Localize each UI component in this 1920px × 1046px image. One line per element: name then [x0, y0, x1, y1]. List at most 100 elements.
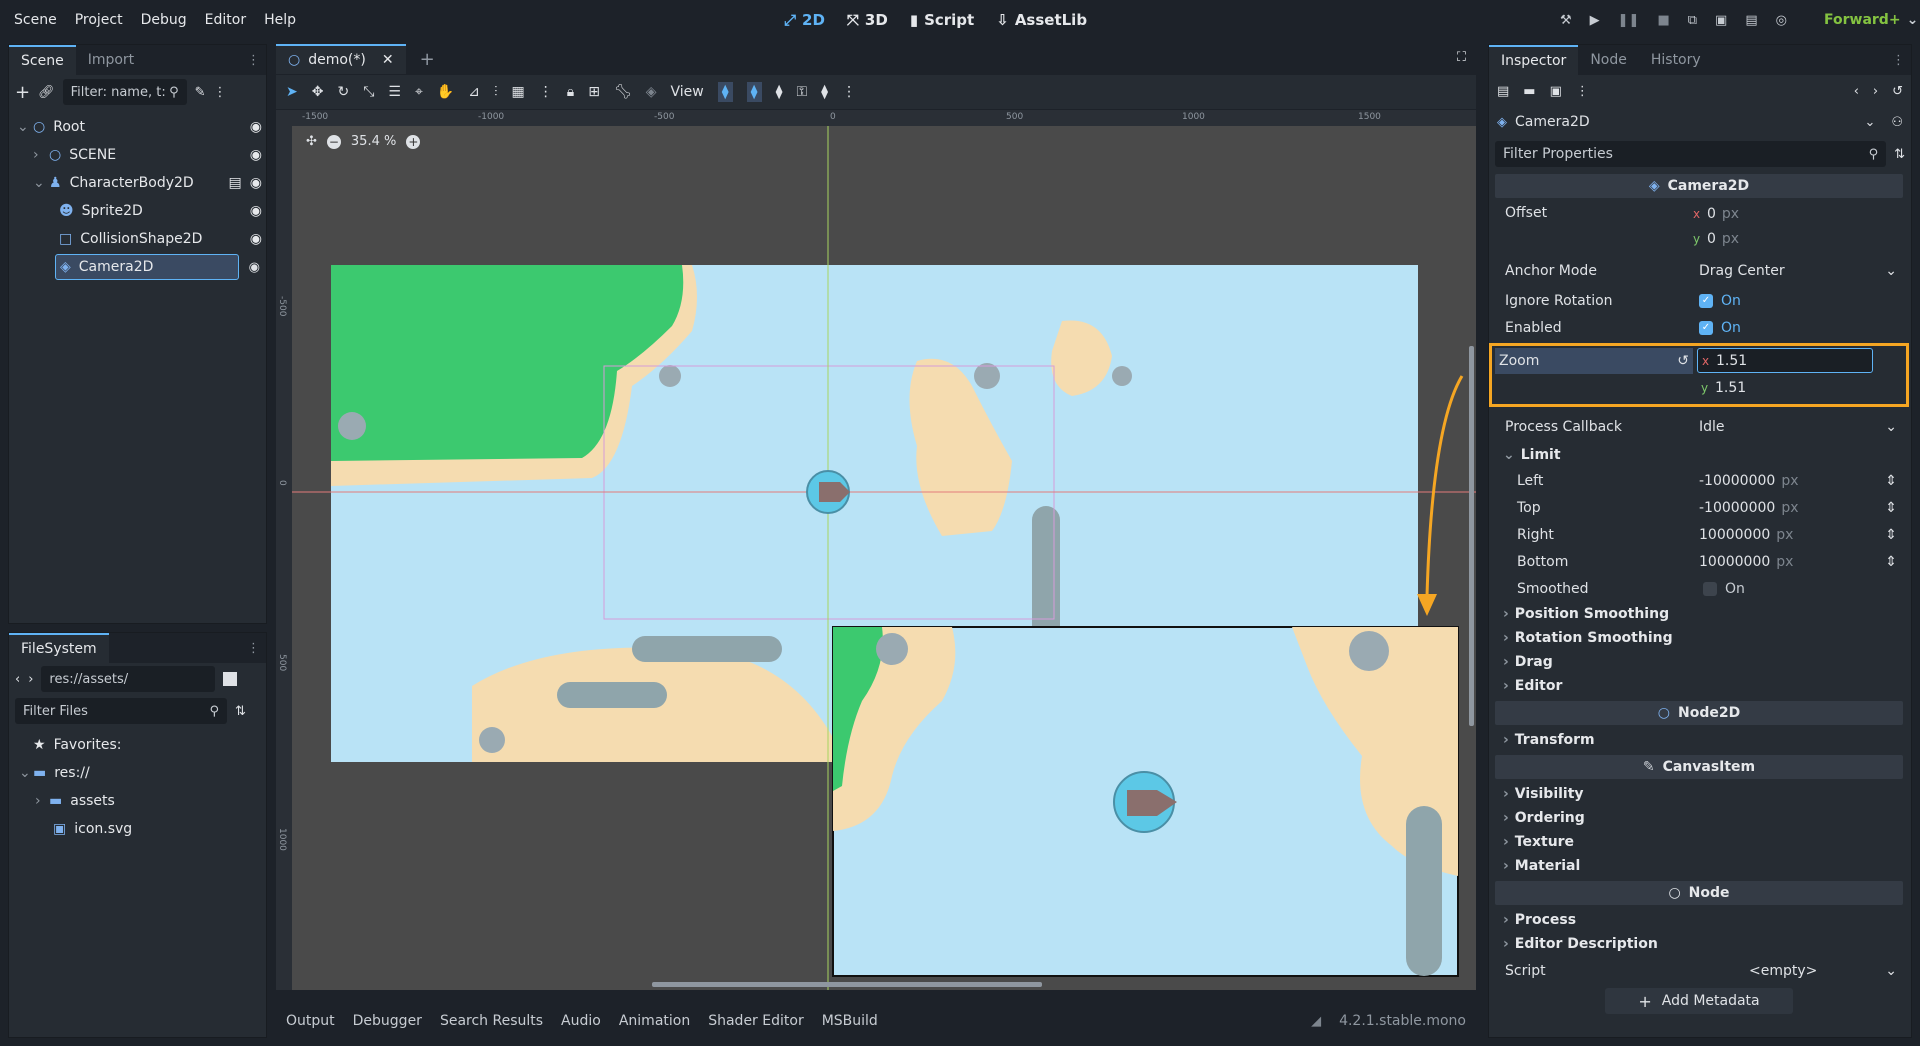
menu-scene[interactable]: Scene — [14, 12, 57, 28]
tree-item-sprite2d[interactable]: ☻ Sprite2D ◉ — [13, 197, 262, 225]
tree-item-root[interactable]: ⌄ ○ Root ◉ — [13, 113, 262, 141]
new-resource-icon[interactable]: ▤ — [1497, 84, 1509, 99]
zoom-level[interactable]: 35.4 % — [351, 134, 396, 149]
mode-3d-button[interactable]: ⤧ 3D — [847, 11, 888, 29]
offset-y-field[interactable]: y 0 px — [1693, 226, 1903, 251]
rotate-mode-icon[interactable]: ↻ — [337, 84, 349, 100]
grid-snap-icon[interactable]: ▦ — [512, 84, 525, 100]
offset-x-field[interactable]: x 0 px — [1693, 201, 1903, 226]
script-resource-picker[interactable]: <empty> ⌄ — [1693, 959, 1903, 984]
remote-icon[interactable]: ⚒ — [1560, 13, 1572, 28]
link-icon[interactable]: 🔗︎ — [38, 85, 55, 100]
scene-menu-icon[interactable]: ⋮ — [214, 85, 227, 100]
tab-import[interactable]: Import — [76, 45, 146, 75]
canvas-viewport[interactable]: ✣ − 35.4 % + — [292, 126, 1476, 990]
attach-script-icon[interactable]: ✎ — [195, 85, 206, 100]
play-scene-icon[interactable]: ▣ — [1715, 13, 1727, 28]
back-icon[interactable]: ‹ — [15, 672, 20, 687]
ruler-mode-icon[interactable]: ⊿ — [468, 84, 480, 100]
tree-item-camera2d[interactable]: ◈ Camera2D — [55, 254, 239, 280]
tab-demo-scene[interactable]: ○ demo(*) ✕ — [276, 44, 406, 74]
visibility-eye-icon[interactable]: ◉ — [250, 231, 262, 247]
scale-mode-icon[interactable]: ⤡ — [363, 84, 374, 100]
menu-help[interactable]: Help — [264, 12, 296, 28]
remote-debug-icon[interactable]: ⧉ — [1688, 13, 1697, 28]
filter-files-input[interactable]: Filter Files ⚲ — [15, 698, 227, 724]
add-metadata-button[interactable]: + Add Metadata — [1605, 988, 1793, 1014]
list-select-icon[interactable]: ☰ — [388, 84, 401, 100]
save-resource-icon[interactable]: ▣ — [1550, 84, 1562, 99]
add-tab-icon[interactable]: + — [420, 49, 435, 70]
history-back-icon[interactable]: ‹ — [1854, 84, 1859, 99]
split-mode-icon[interactable] — [223, 672, 238, 686]
group-drag[interactable]: › Drag — [1495, 650, 1903, 674]
tab-msbuild[interactable]: MSBuild — [822, 1013, 878, 1029]
group-process[interactable]: › Process — [1495, 908, 1903, 932]
mode-script-button[interactable]: ▮ Script — [910, 11, 974, 29]
group-transform[interactable]: › Transform — [1495, 728, 1903, 752]
tab-inspector[interactable]: Inspector — [1489, 45, 1579, 75]
enabled-checkbox[interactable]: ✓ On — [1693, 315, 1903, 340]
animation-menu-icon[interactable]: ⋮ — [842, 84, 856, 100]
revert-icon[interactable]: ↺ — [1677, 353, 1689, 369]
ignore-rotation-checkbox[interactable]: ✓ On — [1693, 288, 1903, 313]
file-item-favorites[interactable]: ★ Favorites: — [15, 731, 260, 759]
bone-icon[interactable]: 🦴︎ — [614, 84, 632, 100]
play-custom-icon[interactable]: ▤ — [1745, 13, 1757, 28]
scene-filter-input[interactable]: Filter: name, t: ⚲ — [62, 79, 187, 105]
file-item-icon-svg[interactable]: ▣ icon.svg — [15, 815, 260, 843]
anchor-mode-select[interactable]: Drag Center ⌄ — [1693, 259, 1903, 284]
visibility-eye-icon[interactable]: ◉ — [250, 175, 262, 191]
file-item-assets[interactable]: › ▬ assets — [15, 787, 260, 815]
tab-search-results[interactable]: Search Results — [440, 1013, 543, 1029]
limit-left-field[interactable]: -10000000 px ⇕ — [1693, 468, 1903, 493]
group-editor-description[interactable]: › Editor Description — [1495, 932, 1903, 956]
node-info-icon[interactable]: ⚇ — [1891, 115, 1903, 130]
view-menu[interactable]: View — [671, 84, 704, 100]
tree-item-collisionshape2d[interactable]: □ CollisionShape2D ◉ — [13, 225, 262, 253]
insert-key-icon[interactable]: ⚿ — [797, 84, 808, 100]
horizontal-scrollbar[interactable] — [652, 982, 1042, 987]
file-item-res[interactable]: ⌄ ▬ res:// — [15, 759, 260, 787]
dock-menu-icon[interactable]: ⋮ — [247, 641, 266, 656]
tab-output[interactable]: Output — [286, 1013, 335, 1029]
zoom-in-icon[interactable]: + — [406, 134, 421, 149]
history-forward-icon[interactable]: › — [1873, 84, 1878, 99]
limit-top-field[interactable]: -10000000 px ⇕ — [1693, 495, 1903, 520]
visibility-eye-icon[interactable]: ◉ — [250, 203, 262, 219]
group-rotation-smoothing[interactable]: › Rotation Smoothing — [1495, 626, 1903, 650]
menu-project[interactable]: Project — [75, 12, 123, 28]
tab-debugger[interactable]: Debugger — [353, 1013, 422, 1029]
tree-item-scene[interactable]: › ○ SCENE ◉ — [13, 141, 262, 169]
visibility-eye-icon[interactable]: ◉ — [249, 260, 260, 275]
group-limit[interactable]: ⌄ Limit — [1495, 443, 1903, 467]
lock-icon[interactable]: 🔒︎ — [567, 84, 574, 100]
mode-2d-button[interactable]: ⤢ 2D — [784, 11, 825, 29]
mode-assetlib-button[interactable]: ⇩ AssetLib — [996, 11, 1087, 29]
close-icon[interactable]: ✕ — [382, 52, 394, 68]
script-attached-icon[interactable]: ▤ — [229, 175, 242, 191]
process-callback-select[interactable]: Idle ⌄ — [1693, 415, 1903, 440]
group-icon[interactable]: ⊞ — [588, 84, 600, 100]
zoom-y-field[interactable]: y 1.51 — [1697, 375, 1903, 400]
menu-editor[interactable]: Editor — [205, 12, 246, 28]
play-icon[interactable]: ▶ — [1590, 13, 1600, 28]
renderer-select[interactable]: Forward+ ⌄ — [1824, 0, 1918, 40]
sort-icon[interactable]: ⇅ — [1894, 147, 1905, 162]
tab-filesystem[interactable]: FileSystem — [9, 633, 109, 663]
group-visibility[interactable]: › Visibility — [1495, 782, 1903, 806]
group-editor[interactable]: › Editor — [1495, 674, 1903, 698]
key-rotation-icon[interactable]: ⧫ — [746, 82, 762, 102]
menu-debug[interactable]: Debug — [141, 12, 187, 28]
select-mode-icon[interactable]: ➤ — [286, 84, 298, 100]
smart-snap-icon[interactable]: ⫶ — [494, 84, 498, 100]
dock-menu-icon[interactable]: ⋮ — [247, 53, 266, 68]
smoothed-checkbox[interactable]: On — [1693, 576, 1903, 601]
group-position-smoothing[interactable]: › Position Smoothing — [1495, 602, 1903, 626]
center-view-icon[interactable]: ✣ — [306, 134, 317, 149]
pan-mode-icon[interactable]: ✋ — [437, 84, 454, 100]
update-spinner-icon[interactable]: ◢ — [1311, 1014, 1321, 1029]
group-texture[interactable]: › Texture — [1495, 830, 1903, 854]
visibility-eye-icon[interactable]: ◉ — [250, 119, 262, 135]
tab-shader-editor[interactable]: Shader Editor — [708, 1013, 803, 1029]
